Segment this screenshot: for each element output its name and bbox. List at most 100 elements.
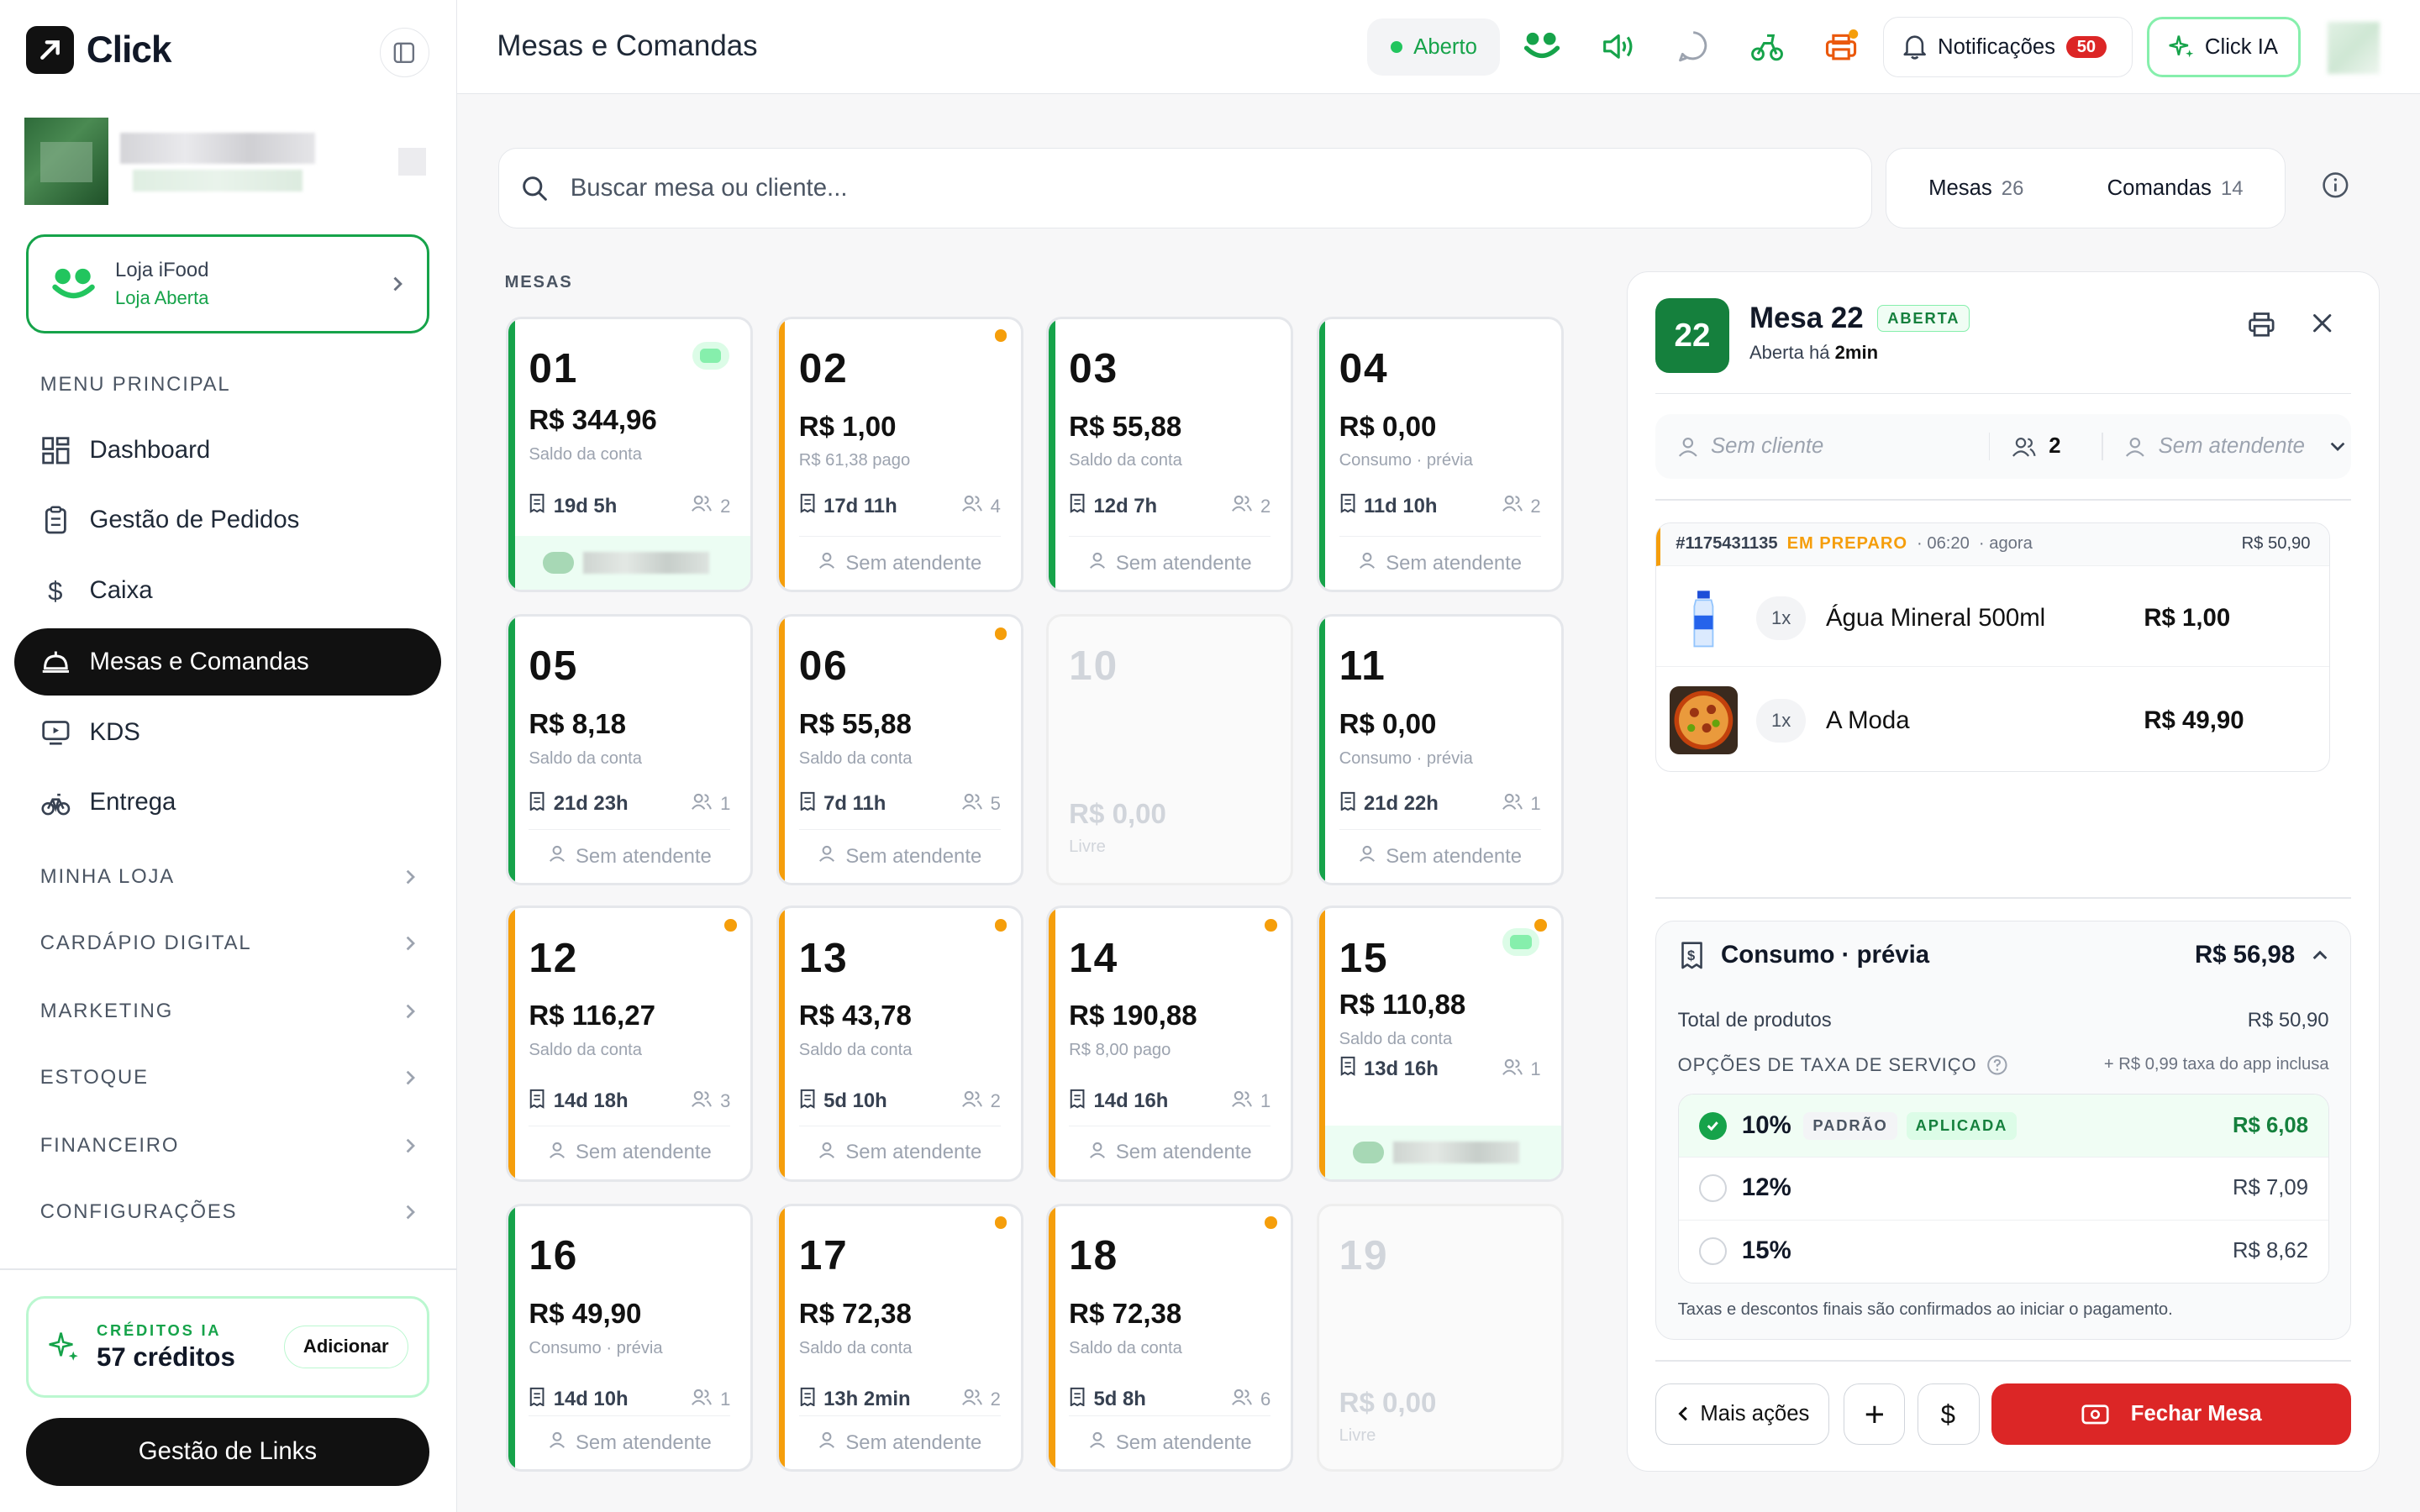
sidebar-group-minha-loja[interactable]: MINHA LOJA: [40, 865, 417, 889]
info-button[interactable]: [2320, 170, 2351, 207]
sidebar-item-entrega[interactable]: Entrega: [14, 769, 442, 837]
table-number: 16: [529, 1231, 579, 1278]
table-card-12[interactable]: 12 R$ 116,27 Saldo da conta 14d 18h 3 Sem ate…: [506, 906, 754, 1182]
service-fee-option-10[interactable]: 10% PADRÃO APLICADA R$ 6,08: [1678, 1095, 2328, 1157]
add-credits-button[interactable]: Adicionar: [283, 1325, 408, 1369]
store-avatar[interactable]: [24, 117, 108, 206]
people-text: 2: [1260, 495, 1271, 517]
close-table-button[interactable]: Fechar Mesa: [1991, 1383, 2352, 1446]
table-card-01[interactable]: 01 R$ 344,96 Saldo da conta 19d 5h 2: [506, 316, 754, 593]
add-item-button[interactable]: [1843, 1383, 1906, 1446]
sidebar-item-gestao-pedidos[interactable]: Gestão de Pedidos: [14, 486, 442, 554]
more-actions-button[interactable]: Mais ações: [1655, 1383, 1830, 1446]
table-card-11[interactable]: 11 R$ 0,00 Consumo · prévia 21d 22h 1 Sem ate…: [1316, 614, 1564, 886]
table-attendant[interactable]: Sem atendente: [529, 1415, 731, 1469]
print-button[interactable]: [2246, 309, 2277, 347]
tab-mesas[interactable]: Mesas 26: [1928, 176, 2023, 201]
sidebar-item-caixa[interactable]: $ Caixa: [14, 557, 442, 625]
receipt-icon: [799, 493, 816, 519]
table-attendant[interactable]: Sem atendente: [529, 1125, 731, 1179]
clipboard-icon: [45, 506, 66, 534]
client-field[interactable]: Sem cliente: [1655, 434, 1989, 459]
ifood-store-card[interactable]: Loja iFood Loja Aberta: [26, 234, 429, 333]
collapse-sidebar-button[interactable]: [379, 28, 429, 77]
order-item[interactable]: 1x Água Mineral 500ml R$ 1,00: [1655, 571, 2329, 667]
close-panel-button[interactable]: [2310, 311, 2334, 342]
ifood-integration-icon[interactable]: [1522, 26, 1562, 66]
table-people: 1: [691, 792, 730, 816]
service-fee-option-12[interactable]: 12% R$ 7,09: [1678, 1156, 2328, 1218]
attendant-field[interactable]: Sem atendente: [2103, 434, 2350, 459]
table-attendant[interactable]: Sem atendente: [798, 1125, 1001, 1179]
table-card-03[interactable]: 03 R$ 55,88 Saldo da conta 12d 7h 2 Sem atend…: [1046, 316, 1294, 593]
sidebar-group-financeiro[interactable]: FINANCEIRO: [40, 1134, 417, 1158]
search-bar[interactable]: [498, 148, 1872, 228]
table-card-17[interactable]: 17 R$ 72,38 Saldo da conta 13h 2min 2 Sem ate…: [776, 1203, 1023, 1473]
table-attendant[interactable]: Sem atendente: [798, 828, 1001, 883]
radio-unchecked-icon: [1698, 1173, 1727, 1202]
chat-icon[interactable]: [1673, 26, 1713, 66]
order-item[interactable]: 1x A Moda R$ 49,90: [1656, 673, 2329, 769]
printer-alert-icon[interactable]: [1821, 26, 1861, 66]
table-attendant[interactable]: Sem atendente: [529, 828, 731, 883]
sound-icon[interactable]: [1599, 26, 1639, 66]
page-title: Mesas e Comandas: [497, 29, 758, 62]
sidebar-group-configuracoes[interactable]: CONFIGURAÇÕES: [40, 1200, 417, 1224]
table-card-05[interactable]: 05 R$ 8,18 Saldo da conta 21d 23h 1 Sem atend…: [506, 614, 754, 886]
sidebar-item-mesas-comandas[interactable]: Mesas e Comandas: [13, 627, 442, 696]
chevron-left-icon: [1678, 1407, 1687, 1421]
sidebar-group-cardapio[interactable]: CARDÁPIO DIGITAL: [40, 932, 417, 955]
people-text: 3: [720, 1090, 731, 1112]
people-text: 1: [1260, 1090, 1271, 1112]
sidebar-item-dashboard[interactable]: Dashboard: [14, 417, 442, 485]
table-attendant-redacted[interactable]: [1325, 1125, 1561, 1179]
table-card-18[interactable]: 18 R$ 72,38 Saldo da conta 5d 8h 6 Sem atende…: [1046, 1203, 1294, 1473]
products-total-row: Total de produtos R$ 50,90: [1678, 1009, 2329, 1032]
app-logo[interactable]: Click: [26, 26, 172, 75]
table-card-15[interactable]: 15 R$ 110,88 Saldo da conta 13d 16h 1: [1316, 906, 1564, 1182]
status-bar: [508, 908, 515, 1179]
table-attendant[interactable]: Sem atendente: [798, 1415, 1001, 1469]
user-icon: [548, 1141, 566, 1165]
table-card-16[interactable]: 16 R$ 49,90 Consumo · prévia 14d 10h 1 Sem at…: [506, 1203, 754, 1473]
table-card-14[interactable]: 14 R$ 190,88 R$ 8,00 pago 14d 16h 1 Sem atend…: [1046, 906, 1294, 1182]
table-card-04[interactable]: 04 R$ 0,00 Consumo · prévia 11d 10h 2 Sem ate…: [1316, 316, 1564, 593]
consumption-header[interactable]: $ Consumo · prévia R$ 56,98: [1678, 940, 2329, 971]
table-attendant-redacted[interactable]: [514, 536, 751, 591]
people-count-field[interactable]: 2: [1990, 434, 2101, 459]
table-attendant[interactable]: Sem atendente: [1069, 1415, 1271, 1469]
client-selector-row[interactable]: Sem cliente 2 Sem atendente: [1655, 414, 2352, 480]
table-card-06[interactable]: 06 R$ 55,88 Saldo da conta 7d 11h 5 Sem atend…: [776, 614, 1023, 886]
user-avatar-redacted[interactable]: [2327, 21, 2381, 75]
sidebar-group-marketing[interactable]: MARKETING: [40, 1000, 417, 1023]
table-card-13[interactable]: 13 R$ 43,78 Saldo da conta 5d 10h 2 Sem atend…: [776, 906, 1023, 1182]
store-menu-redacted[interactable]: [397, 148, 426, 176]
order-ago: · agora: [1978, 534, 2033, 554]
sidebar-group-estoque[interactable]: ESTOQUE: [40, 1066, 417, 1089]
pizza-image: [1670, 686, 1739, 755]
service-fee-option-15[interactable]: 15% R$ 8,62: [1678, 1220, 2328, 1281]
table-amount: R$ 0,00: [1069, 798, 1166, 830]
table-card-02[interactable]: 02 R$ 1,00 R$ 61,38 pago 17d 11h 4 Sem atende…: [776, 316, 1023, 593]
chevron-right-icon: [406, 1205, 416, 1220]
click-ia-button[interactable]: Click IA: [2146, 17, 2302, 77]
table-attendant[interactable]: Sem atendente: [1069, 1125, 1271, 1179]
sidebar-item-kds[interactable]: KDS: [14, 699, 442, 767]
order-card[interactable]: #1175431135 EM PREPARO · 06:20 · agora R…: [1655, 522, 2330, 773]
links-management-button[interactable]: Gestão de Links: [26, 1417, 429, 1486]
attendant-name-redacted: [582, 552, 710, 574]
delivery-icon[interactable]: [1747, 26, 1787, 66]
table-card-10[interactable]: 10 R$ 0,00 Livre: [1046, 614, 1294, 886]
table-card-19[interactable]: 19 R$ 0,00 Livre: [1316, 1203, 1564, 1473]
help-icon[interactable]: [1986, 1054, 2008, 1076]
search-input[interactable]: [570, 174, 1806, 203]
table-attendant[interactable]: Sem atendente: [1339, 828, 1541, 883]
notifications-button[interactable]: Notificações 50: [1882, 17, 2133, 77]
table-amount-caption: R$ 61,38 pago: [798, 451, 911, 470]
table-attendant[interactable]: Sem atendente: [798, 536, 1001, 590]
tab-comandas[interactable]: Comandas 14: [2107, 176, 2244, 201]
payment-button[interactable]: $: [1918, 1383, 1980, 1446]
table-attendant[interactable]: Sem atendente: [1339, 536, 1541, 590]
store-status-badge[interactable]: Aberto: [1367, 18, 1501, 76]
table-attendant[interactable]: Sem atendente: [1069, 536, 1271, 590]
